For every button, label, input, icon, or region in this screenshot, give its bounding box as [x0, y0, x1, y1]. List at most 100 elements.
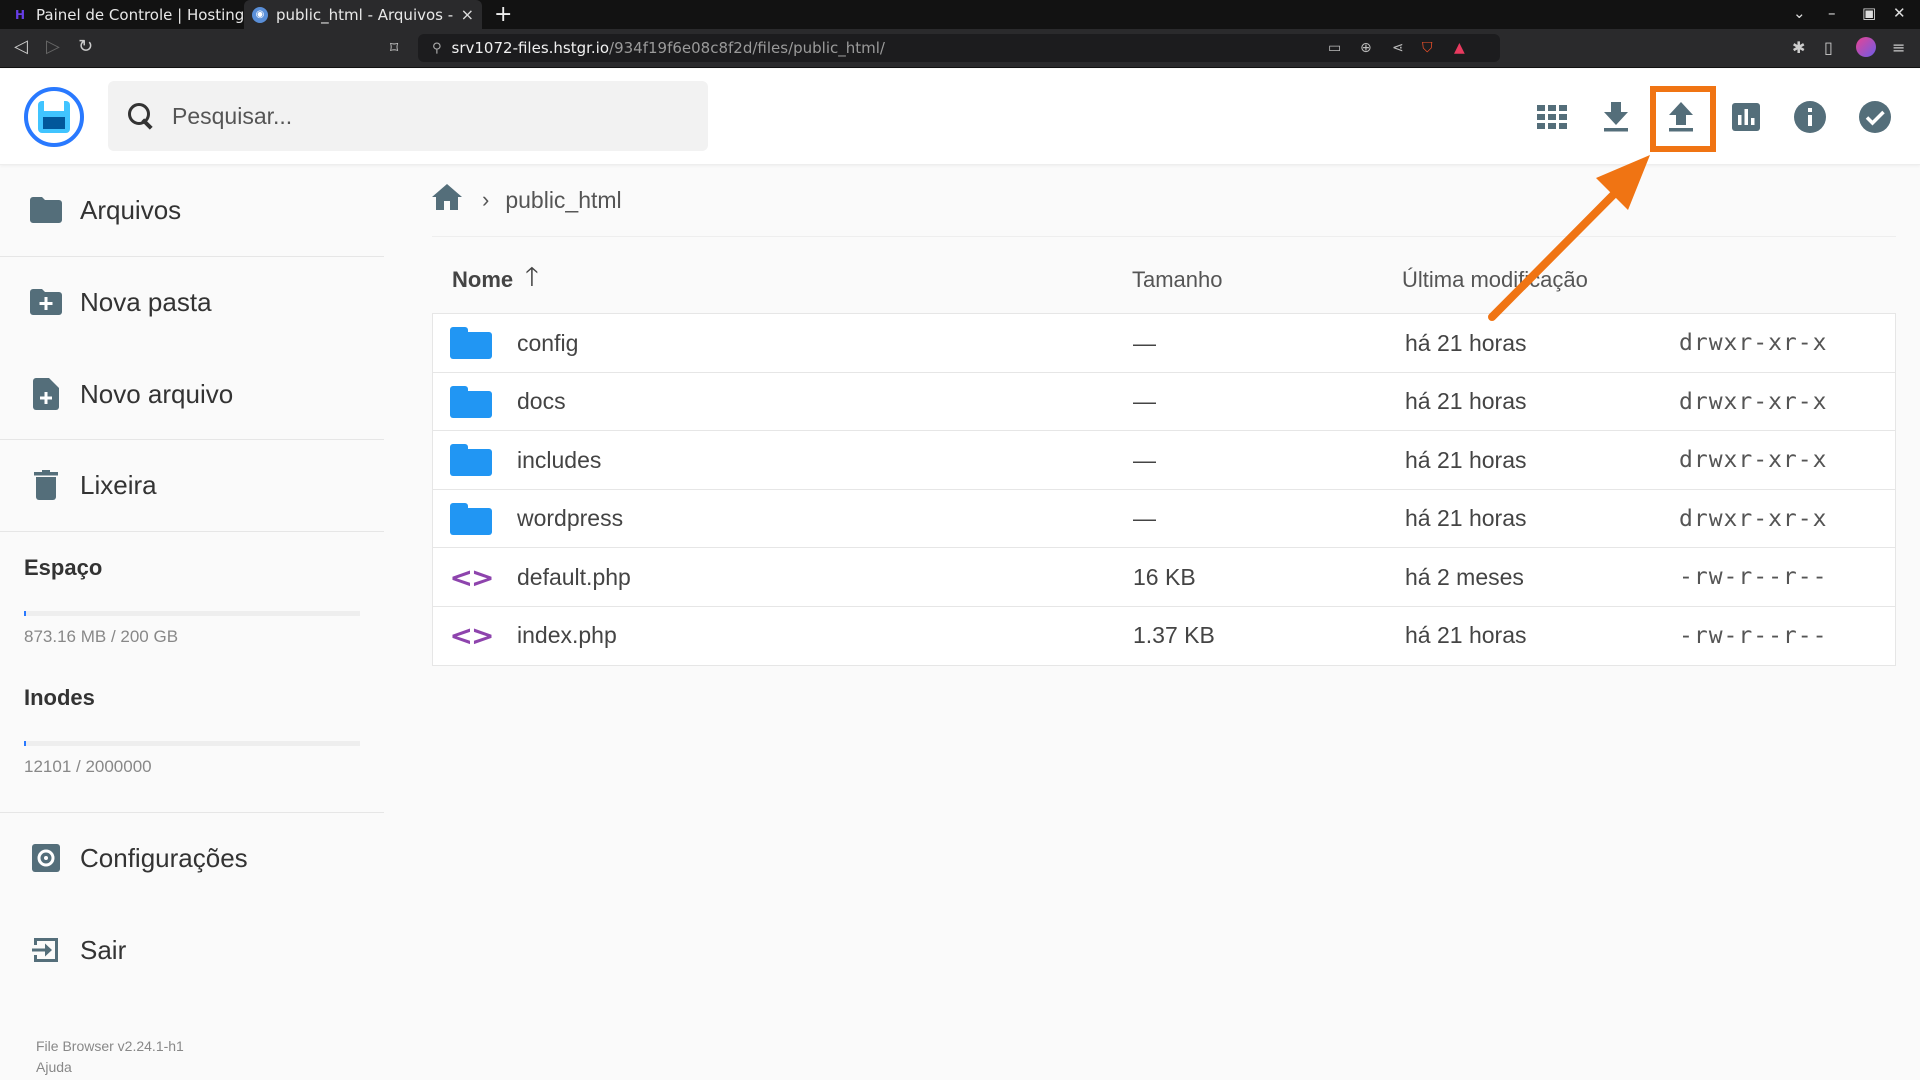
- code-icon: <>: [449, 619, 495, 652]
- sidebar-item-label: Sair: [80, 934, 127, 965]
- back-button[interactable]: ◁: [14, 36, 28, 57]
- brave-rewards-icon[interactable]: ▲: [1454, 40, 1465, 56]
- minimize-button[interactable]: –: [1828, 4, 1836, 22]
- sidebar-item-label: Arquivos: [80, 194, 182, 225]
- settings-icon: [30, 842, 62, 874]
- new-file-icon: [30, 378, 62, 410]
- close-icon[interactable]: ×: [461, 5, 474, 24]
- code-icon: <>: [449, 560, 495, 594]
- divider: [432, 236, 1896, 237]
- reload-button[interactable]: ↻: [78, 36, 93, 57]
- url-host: srv1072-files.hstgr.io: [451, 39, 610, 57]
- search-input[interactable]: [172, 102, 692, 130]
- sidebar-item-label: Configurações: [80, 842, 248, 873]
- file-permissions: -rw-r--r--: [1679, 622, 1828, 649]
- list-item[interactable]: <> default.php 16 KB há 2 meses -rw-r--r…: [433, 548, 1895, 607]
- sidebar-item-logout[interactable]: Sair: [0, 905, 384, 995]
- select-multiple-button[interactable]: [1851, 93, 1899, 141]
- sidebar-toggle-icon[interactable]: ▯: [1824, 38, 1833, 57]
- column-modified: Última modificação: [1402, 267, 1588, 292]
- sidebar-item-new-folder[interactable]: Nova pasta: [0, 257, 384, 347]
- file-name: docs: [517, 388, 566, 414]
- column-size: Tamanho: [1132, 267, 1223, 292]
- breadcrumb: › public_html: [432, 180, 622, 220]
- switch-view-button[interactable]: [1528, 93, 1576, 141]
- forward-button[interactable]: ▷: [46, 36, 60, 57]
- search-icon: [126, 101, 156, 131]
- hostinger-icon: H: [14, 7, 26, 22]
- bookmark-icon[interactable]: ⌑: [390, 38, 398, 57]
- share-icon[interactable]: ⋖: [1392, 40, 1404, 56]
- browser-tab-hostinger[interactable]: H Painel de Controle | Hostinger: [6, 0, 244, 29]
- file-permissions: drwxr-xr-x: [1679, 388, 1828, 415]
- browser-toolbar: ◁ ▷ ↻ ⌑ ⚲ srv1072-files.hstgr.io/934f19f…: [0, 29, 1920, 68]
- zoom-icon[interactable]: ⊕: [1360, 40, 1372, 56]
- profile-avatar[interactable]: [1856, 37, 1876, 57]
- version-text: File Browser v2.24.1-h1: [36, 1038, 184, 1054]
- file-size: 1.37 KB: [1133, 622, 1215, 648]
- sidebar-item-label: Lixeira: [80, 469, 157, 500]
- browser-tab-bar: H Painel de Controle | Hostinger ◉ publi…: [0, 0, 1920, 29]
- download-button[interactable]: [1592, 93, 1640, 141]
- sidebar: Arquivos Nova pasta Novo arquivo Lixeira…: [0, 165, 384, 1080]
- home-icon[interactable]: [432, 184, 462, 216]
- url-path: /934f19f6e08c8f2d/files/public_html/: [609, 39, 885, 57]
- file-size: —: [1133, 446, 1156, 473]
- file-size: —: [1133, 505, 1156, 531]
- list-item[interactable]: <> index.php 1.37 KB há 21 horas -rw-r--…: [433, 607, 1895, 666]
- brave-shield-icon[interactable]: ⛉: [1422, 40, 1433, 56]
- browser-tab-public-html[interactable]: ◉ public_html - Arquivos - Fi ×: [244, 0, 482, 29]
- info-button[interactable]: [1786, 93, 1834, 141]
- globe-icon: ◉: [252, 6, 268, 23]
- file-list: config — há 21 horas drwxr-xr-x docs — h…: [432, 313, 1896, 666]
- sidebar-item-new-file[interactable]: Novo arquivo: [0, 349, 384, 439]
- disk-usage-button[interactable]: [1722, 93, 1770, 141]
- check-icon: [1859, 101, 1891, 133]
- maximize-button[interactable]: ▣: [1862, 4, 1876, 22]
- close-window-button[interactable]: ✕: [1893, 4, 1906, 22]
- menu-icon[interactable]: ≡: [1892, 38, 1905, 57]
- file-name: wordpress: [517, 505, 624, 531]
- sort-by-size[interactable]: Tamanho: [1132, 248, 1223, 312]
- list-item[interactable]: includes — há 21 horas drwxr-xr-x: [433, 431, 1895, 490]
- list-item[interactable]: config — há 21 horas drwxr-xr-x: [433, 314, 1895, 373]
- extensions-icon[interactable]: ✱: [1792, 38, 1805, 57]
- list-item[interactable]: wordpress — há 21 horas drwxr-xr-x: [433, 490, 1895, 548]
- upload-highlight-box: [1650, 86, 1716, 152]
- sidebar-item-files[interactable]: Arquivos: [0, 165, 384, 255]
- sort-by-name[interactable]: Nome 🡑: [452, 248, 539, 312]
- file-size: —: [1133, 388, 1156, 414]
- new-tab-button[interactable]: +: [494, 2, 512, 27]
- site-info-icon[interactable]: ⚲: [432, 41, 442, 56]
- folder-icon: [450, 385, 492, 418]
- chevron-right-icon: ›: [482, 187, 490, 212]
- floppy-disk-icon: [38, 101, 70, 133]
- logout-icon: [30, 934, 62, 966]
- file-permissions: drwxr-xr-x: [1679, 505, 1828, 532]
- sidebar-item-trash[interactable]: Lixeira: [0, 440, 384, 530]
- tab-title: public_html - Arquivos - Fi: [276, 5, 457, 24]
- sort-by-modified[interactable]: Última modificação: [1402, 248, 1588, 312]
- file-permissions: drwxr-xr-x: [1679, 447, 1828, 473]
- new-folder-icon: [30, 286, 62, 318]
- breadcrumb-current[interactable]: public_html: [505, 187, 621, 214]
- chevron-down-icon[interactable]: ⌄: [1793, 4, 1806, 22]
- grid-view-icon: [1537, 105, 1567, 129]
- divider: [0, 531, 384, 532]
- address-bar[interactable]: ⚲ srv1072-files.hstgr.io/934f19f6e08c8f2…: [418, 34, 1500, 62]
- column-name: Nome: [452, 267, 514, 292]
- cast-icon[interactable]: ▭: [1328, 40, 1341, 56]
- file-browser-logo[interactable]: [24, 87, 84, 147]
- space-label: Espaço: [24, 555, 103, 580]
- list-header: Nome 🡑 Tamanho Última modificação: [432, 248, 1896, 312]
- search-box[interactable]: [108, 81, 708, 151]
- help-link[interactable]: Ajuda: [36, 1059, 72, 1075]
- inodes-progress-bar: [24, 741, 360, 746]
- sidebar-item-settings[interactable]: Configurações: [0, 813, 384, 903]
- file-modified: há 21 horas: [1405, 622, 1527, 648]
- file-modified: há 21 horas: [1405, 388, 1527, 414]
- sidebar-item-label: Novo arquivo: [80, 378, 234, 409]
- list-item[interactable]: docs — há 21 horas drwxr-xr-x: [433, 373, 1895, 431]
- folder-icon: [450, 502, 492, 535]
- arrow-up-icon: 🡑: [525, 261, 539, 291]
